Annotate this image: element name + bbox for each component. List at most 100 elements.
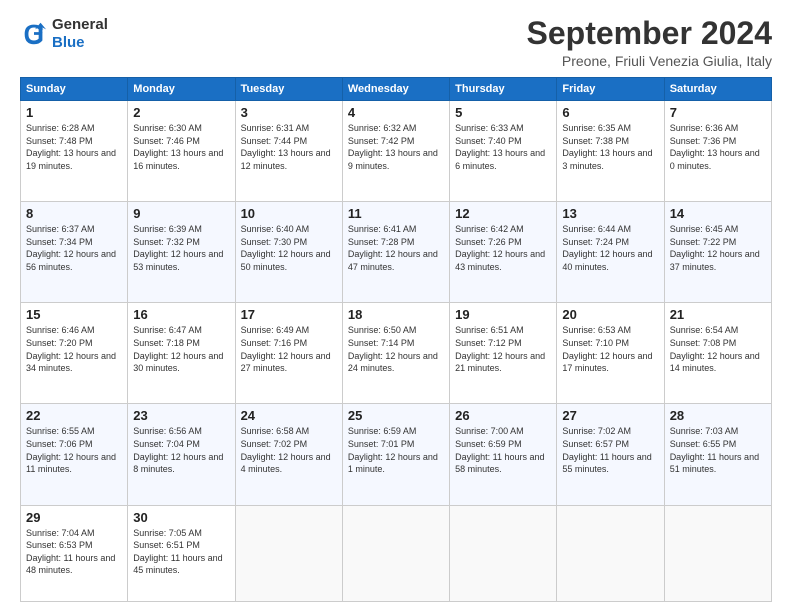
day-number: 8 (26, 206, 122, 221)
day-number: 10 (241, 206, 337, 221)
logo: General Blue (20, 16, 108, 52)
calendar-day-cell: 11 Sunrise: 6:41 AMSunset: 7:28 PMDayligh… (342, 202, 449, 303)
day-info: Sunrise: 6:30 AMSunset: 7:46 PMDaylight:… (133, 122, 229, 172)
day-info: Sunrise: 6:51 AMSunset: 7:12 PMDaylight:… (455, 324, 551, 374)
day-number: 25 (348, 408, 444, 423)
day-info: Sunrise: 6:55 AMSunset: 7:06 PMDaylight:… (26, 425, 122, 475)
calendar-day-cell: 21Sunrise: 6:54 AMSunset: 7:08 PMDayligh… (664, 303, 771, 404)
calendar-day-cell: 13 Sunrise: 6:44 AMSunset: 7:24 PMDayligh… (557, 202, 664, 303)
day-number: 19 (455, 307, 551, 322)
calendar-header-cell: Sunday (21, 78, 128, 101)
calendar-table: SundayMondayTuesdayWednesdayThursdayFrid… (20, 77, 772, 602)
main-title: September 2024 (527, 16, 772, 51)
calendar-day-cell: 19 Sunrise: 6:51 AMSunset: 7:12 PMDayligh… (450, 303, 557, 404)
day-info: Sunrise: 6:28 AMSunset: 7:48 PMDaylight:… (26, 122, 122, 172)
day-number: 1 (26, 105, 122, 120)
calendar-day-cell: 4Sunrise: 6:32 AMSunset: 7:42 PMDaylight… (342, 101, 449, 202)
day-info: Sunrise: 6:35 AMSunset: 7:38 PMDaylight:… (562, 122, 658, 172)
day-number: 12 (455, 206, 551, 221)
calendar-day-cell: 10 Sunrise: 6:40 AMSunset: 7:30 PMDayligh… (235, 202, 342, 303)
calendar-week-row: 22 Sunrise: 6:55 AMSunset: 7:06 PMDayligh… (21, 404, 772, 505)
day-number: 26 (455, 408, 551, 423)
day-number: 3 (241, 105, 337, 120)
day-number: 13 (562, 206, 658, 221)
calendar-day-cell (342, 505, 449, 602)
day-info: Sunrise: 6:58 AMSunset: 7:02 PMDaylight:… (241, 425, 337, 475)
calendar-week-row: 8 Sunrise: 6:37 AMSunset: 7:34 PMDaylight… (21, 202, 772, 303)
day-info: Sunrise: 7:05 AMSunset: 6:51 PMDaylight:… (133, 527, 229, 577)
calendar-day-cell: 17Sunrise: 6:49 AMSunset: 7:16 PMDayligh… (235, 303, 342, 404)
day-info: Sunrise: 6:39 AMSunset: 7:32 PMDaylight:… (133, 223, 229, 273)
calendar-day-cell: 7Sunrise: 6:36 AMSunset: 7:36 PMDaylight… (664, 101, 771, 202)
day-info: Sunrise: 6:42 AMSunset: 7:26 PMDaylight:… (455, 223, 551, 273)
calendar-day-cell: 3 Sunrise: 6:31 AMSunset: 7:44 PMDaylight… (235, 101, 342, 202)
day-info: Sunrise: 7:00 AMSunset: 6:59 PMDaylight:… (455, 425, 551, 475)
calendar-day-cell: 27Sunrise: 7:02 AMSunset: 6:57 PMDayligh… (557, 404, 664, 505)
calendar-day-cell: 8 Sunrise: 6:37 AMSunset: 7:34 PMDaylight… (21, 202, 128, 303)
day-info: Sunrise: 6:37 AMSunset: 7:34 PMDaylight:… (26, 223, 122, 273)
calendar-header-cell: Monday (128, 78, 235, 101)
title-section: September 2024 Preone, Friuli Venezia Gi… (527, 16, 772, 69)
day-info: Sunrise: 6:50 AMSunset: 7:14 PMDaylight:… (348, 324, 444, 374)
day-info: Sunrise: 6:59 AMSunset: 7:01 PMDaylight:… (348, 425, 444, 475)
subtitle: Preone, Friuli Venezia Giulia, Italy (527, 53, 772, 69)
calendar-day-cell (450, 505, 557, 602)
calendar-day-cell: 14 Sunrise: 6:45 AMSunset: 7:22 PMDayligh… (664, 202, 771, 303)
day-info: Sunrise: 6:31 AMSunset: 7:44 PMDaylight:… (241, 122, 337, 172)
page: General Blue September 2024 Preone, Friu… (0, 0, 792, 612)
calendar-day-cell: 22 Sunrise: 6:55 AMSunset: 7:06 PMDayligh… (21, 404, 128, 505)
day-info: Sunrise: 6:40 AMSunset: 7:30 PMDaylight:… (241, 223, 337, 273)
calendar-header-cell: Tuesday (235, 78, 342, 101)
calendar-day-cell (235, 505, 342, 602)
day-info: Sunrise: 6:33 AMSunset: 7:40 PMDaylight:… (455, 122, 551, 172)
day-number: 28 (670, 408, 766, 423)
day-info: Sunrise: 6:53 AMSunset: 7:10 PMDaylight:… (562, 324, 658, 374)
day-info: Sunrise: 6:56 AMSunset: 7:04 PMDaylight:… (133, 425, 229, 475)
day-number: 14 (670, 206, 766, 221)
day-info: Sunrise: 6:46 AMSunset: 7:20 PMDaylight:… (26, 324, 122, 374)
calendar-header-cell: Friday (557, 78, 664, 101)
day-number: 11 (348, 206, 444, 221)
calendar-day-cell: 16Sunrise: 6:47 AMSunset: 7:18 PMDayligh… (128, 303, 235, 404)
day-number: 15 (26, 307, 122, 322)
day-number: 5 (455, 105, 551, 120)
day-info: Sunrise: 6:45 AMSunset: 7:22 PMDaylight:… (670, 223, 766, 273)
calendar-day-cell: 1 Sunrise: 6:28 AMSunset: 7:48 PMDaylight… (21, 101, 128, 202)
calendar-day-cell: 12 Sunrise: 6:42 AMSunset: 7:26 PMDayligh… (450, 202, 557, 303)
calendar-day-cell: 9 Sunrise: 6:39 AMSunset: 7:32 PMDaylight… (128, 202, 235, 303)
calendar-day-cell: 30Sunrise: 7:05 AMSunset: 6:51 PMDayligh… (128, 505, 235, 602)
calendar-day-cell: 23 Sunrise: 6:56 AMSunset: 7:04 PMDayligh… (128, 404, 235, 505)
day-info: Sunrise: 7:04 AMSunset: 6:53 PMDaylight:… (26, 527, 122, 577)
day-info: Sunrise: 6:47 AMSunset: 7:18 PMDaylight:… (133, 324, 229, 374)
day-info: Sunrise: 6:44 AMSunset: 7:24 PMDaylight:… (562, 223, 658, 273)
calendar-header-cell: Saturday (664, 78, 771, 101)
calendar-day-cell: 26 Sunrise: 7:00 AMSunset: 6:59 PMDayligh… (450, 404, 557, 505)
day-info: Sunrise: 6:54 AMSunset: 7:08 PMDaylight:… (670, 324, 766, 374)
calendar-day-cell: 18Sunrise: 6:50 AMSunset: 7:14 PMDayligh… (342, 303, 449, 404)
day-number: 20 (562, 307, 658, 322)
calendar-header-row: SundayMondayTuesdayWednesdayThursdayFrid… (21, 78, 772, 101)
calendar-day-cell: 6Sunrise: 6:35 AMSunset: 7:38 PMDaylight… (557, 101, 664, 202)
calendar-header-cell: Thursday (450, 78, 557, 101)
day-info: Sunrise: 6:36 AMSunset: 7:36 PMDaylight:… (670, 122, 766, 172)
calendar-day-cell: 28 Sunrise: 7:03 AMSunset: 6:55 PMDayligh… (664, 404, 771, 505)
calendar-week-row: 29Sunrise: 7:04 AMSunset: 6:53 PMDayligh… (21, 505, 772, 602)
calendar-day-cell: 24Sunrise: 6:58 AMSunset: 7:02 PMDayligh… (235, 404, 342, 505)
day-number: 23 (133, 408, 229, 423)
calendar-day-cell: 2 Sunrise: 6:30 AMSunset: 7:46 PMDaylight… (128, 101, 235, 202)
calendar-day-cell: 25 Sunrise: 6:59 AMSunset: 7:01 PMDayligh… (342, 404, 449, 505)
calendar-week-row: 1 Sunrise: 6:28 AMSunset: 7:48 PMDaylight… (21, 101, 772, 202)
day-info: Sunrise: 6:32 AMSunset: 7:42 PMDaylight:… (348, 122, 444, 172)
calendar-header-cell: Wednesday (342, 78, 449, 101)
day-number: 27 (562, 408, 658, 423)
day-number: 17 (241, 307, 337, 322)
calendar-day-cell: 5 Sunrise: 6:33 AMSunset: 7:40 PMDaylight… (450, 101, 557, 202)
logo-icon (20, 20, 48, 48)
day-info: Sunrise: 7:03 AMSunset: 6:55 PMDaylight:… (670, 425, 766, 475)
day-info: Sunrise: 6:41 AMSunset: 7:28 PMDaylight:… (348, 223, 444, 273)
day-number: 2 (133, 105, 229, 120)
calendar-day-cell (557, 505, 664, 602)
day-number: 9 (133, 206, 229, 221)
calendar-day-cell: 20 Sunrise: 6:53 AMSunset: 7:10 PMDayligh… (557, 303, 664, 404)
day-number: 22 (26, 408, 122, 423)
